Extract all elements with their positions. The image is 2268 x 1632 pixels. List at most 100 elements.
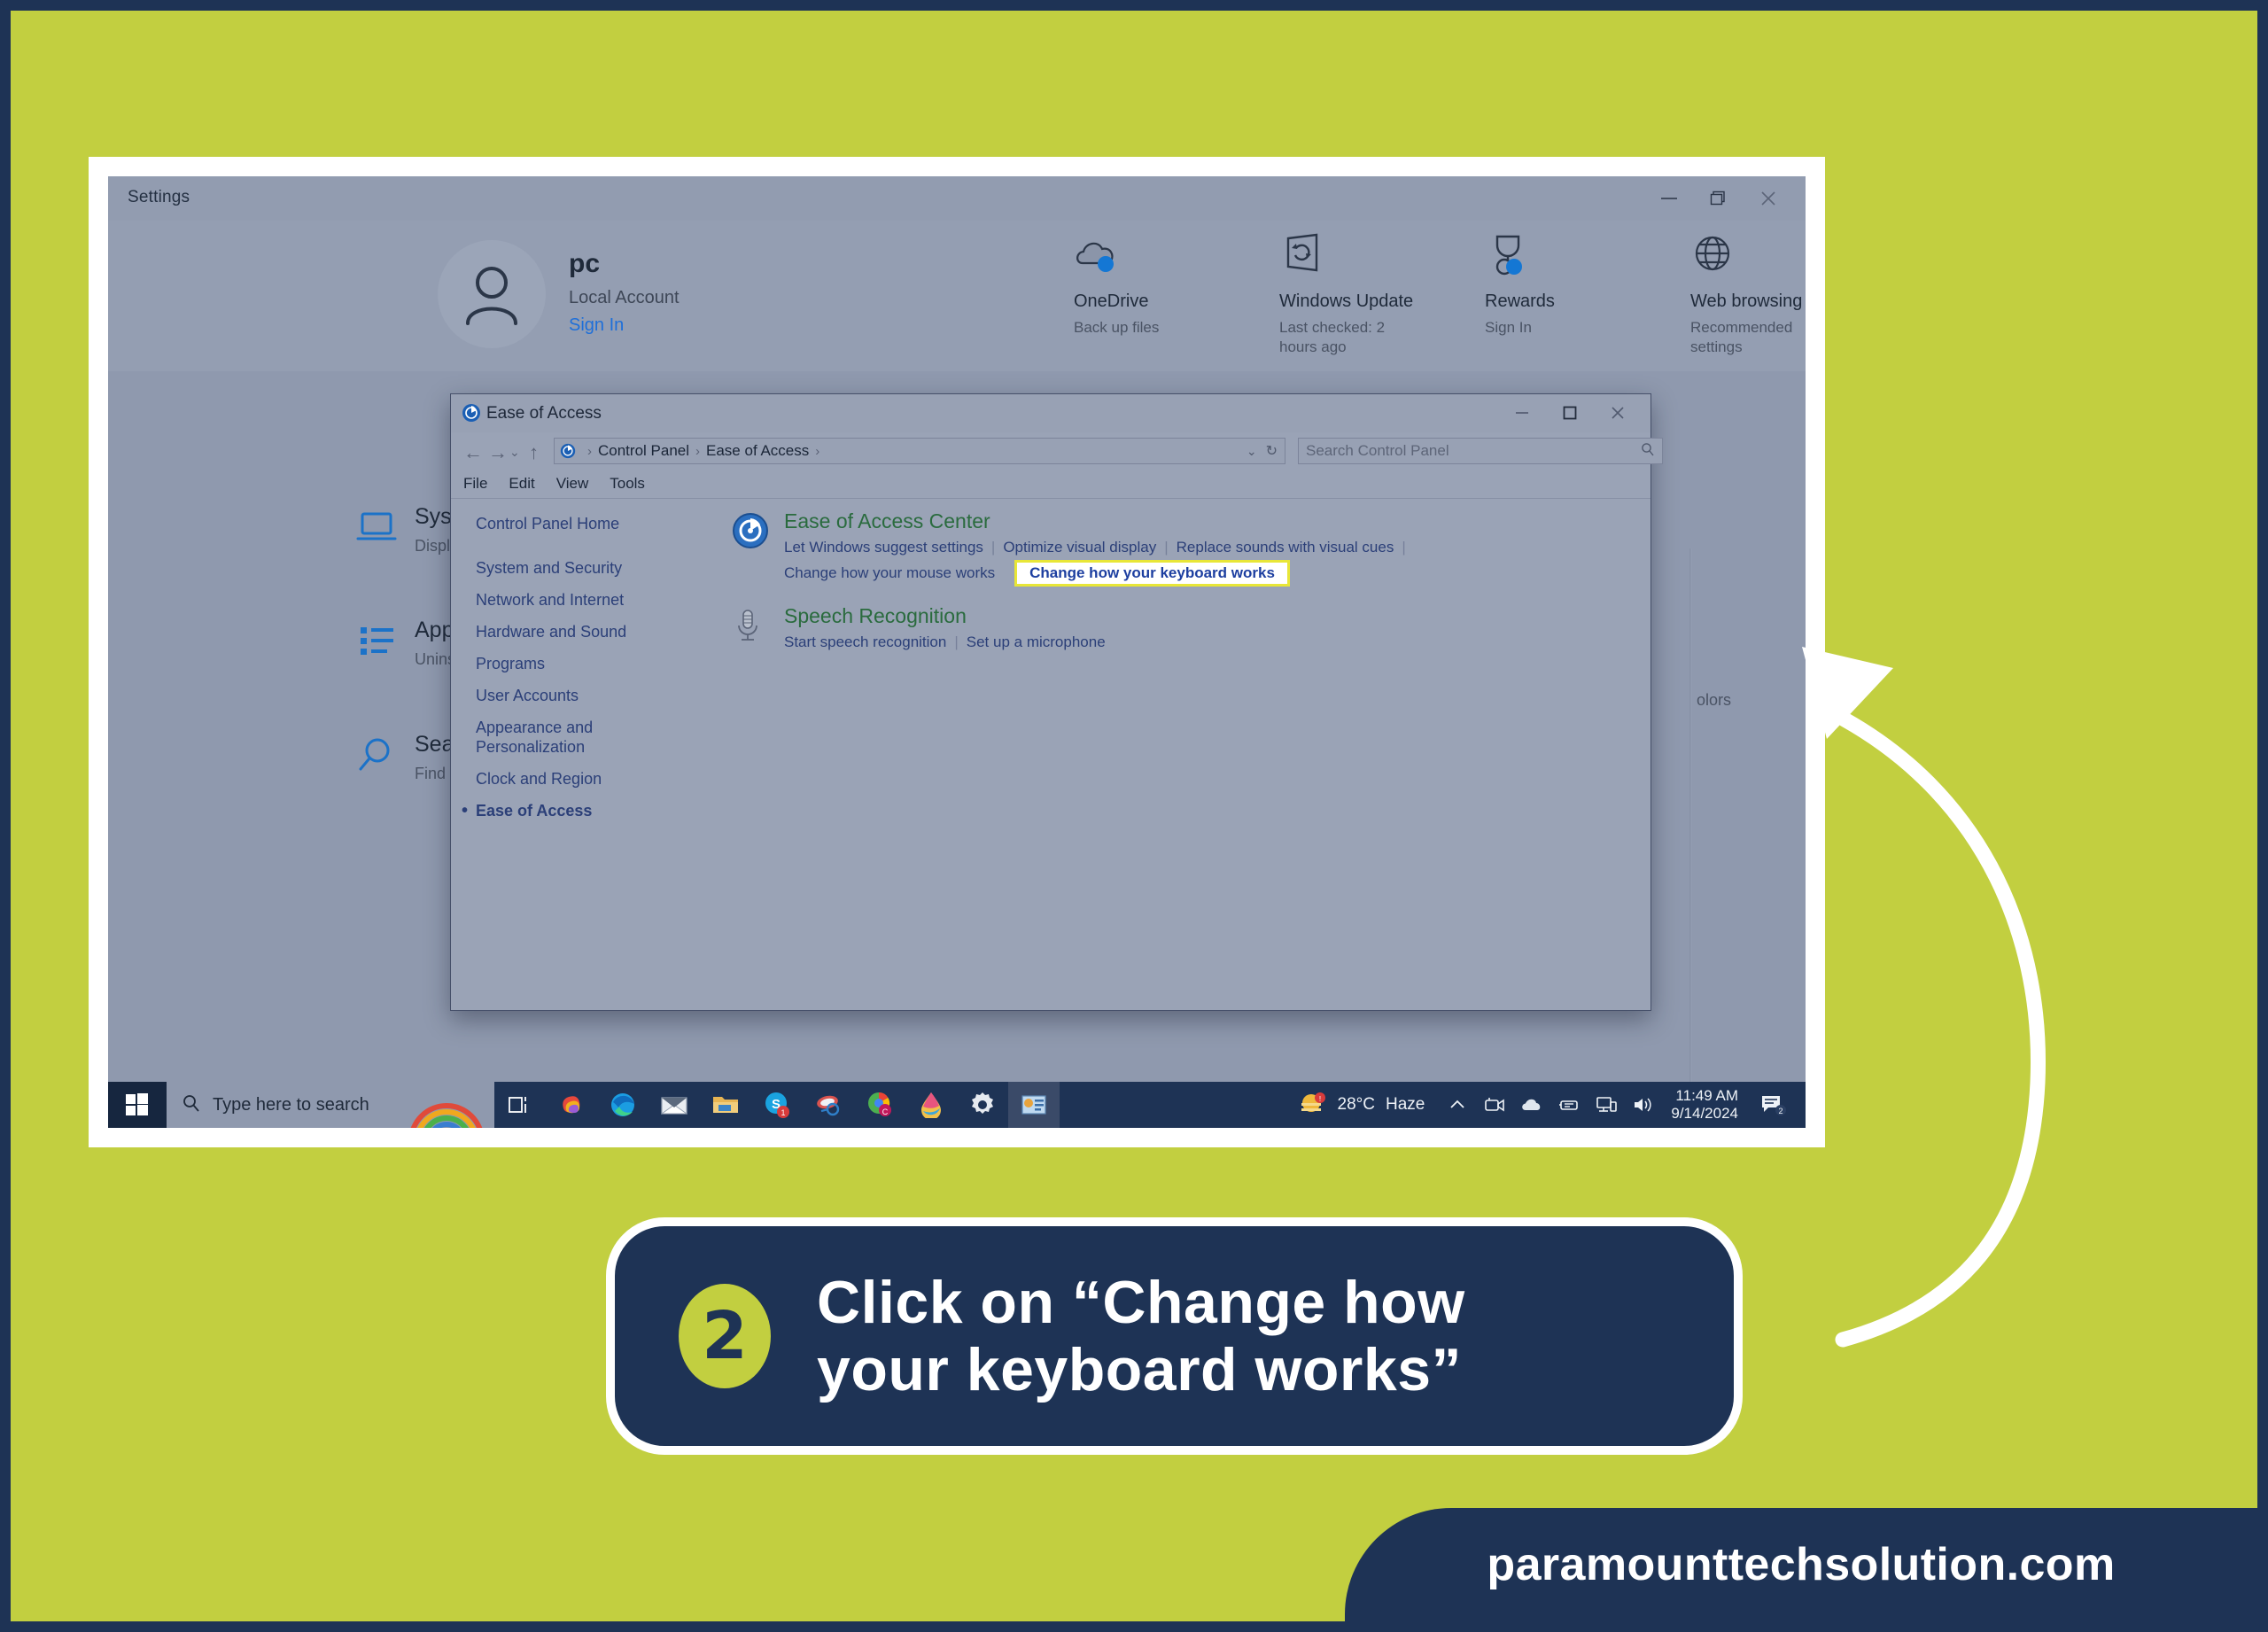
weather-haze-icon: ! [1299,1092,1327,1118]
chevron-down-icon[interactable]: ⌄ [1247,444,1257,459]
account-sign-in-link[interactable]: Sign In [569,315,624,336]
sidebar-item-programs[interactable]: Programs [476,655,706,674]
breadcrumb-item-ease-of-access[interactable]: Ease of Access [706,442,809,460]
edge-icon[interactable] [597,1082,649,1128]
search-control-panel-input[interactable]: Search Control Panel [1298,438,1663,464]
desktop: Settings pc Local Account Sign In OneDri… [108,176,1806,1128]
office-icon[interactable] [803,1082,854,1128]
copilot-icon[interactable] [546,1082,597,1128]
apps-icon [349,616,404,665]
ease-of-access-icon [462,403,481,427]
quick-action-onedrive[interactable]: OneDrive Back up files [1074,233,1279,357]
close-icon[interactable] [1594,399,1642,427]
paint-3d-icon[interactable] [905,1082,957,1128]
network-icon[interactable] [1588,1082,1625,1128]
account-name: pc [569,249,601,278]
back-icon[interactable]: ← [463,441,483,464]
quick-action-web-browsing[interactable]: Web browsing Recommended settings [1690,233,1806,357]
restore-icon[interactable] [1694,183,1744,214]
taskbar: Type here to search S 1 C ! 28°C Haze 11… [108,1082,1806,1128]
menu-item-tools[interactable]: Tools [610,475,645,493]
sidebar-item-system-and-security[interactable]: System and Security [476,559,706,579]
camera-icon[interactable] [1476,1082,1513,1128]
onedrive-icon [1074,233,1279,288]
maximize-icon[interactable] [1546,399,1594,427]
onedrive-cloud-icon[interactable] [1513,1082,1550,1128]
settings-gear-icon[interactable] [957,1082,1008,1128]
link-separator: | [990,539,996,556]
address-bar[interactable]: › Control Panel › Ease of Access › ⌄ ↻ [554,438,1285,464]
search-placeholder: Type here to search [213,1094,369,1115]
callout-line-1: Click on “Change how [817,1268,1465,1336]
link-let-windows-suggest-settings[interactable]: Let Windows suggest settings [784,539,983,556]
link-separator: | [1164,539,1169,556]
link-start-speech-recognition[interactable]: Start speech recognition [784,633,946,650]
svg-text:C: C [882,1107,889,1116]
svg-text:1: 1 [781,1108,785,1117]
powerpoint-icon[interactable] [1008,1082,1060,1128]
quick-action-title: Web browsing [1690,291,1803,311]
control-panel-body: Control Panel Home System and Security N… [451,498,1651,1010]
clock-time: 11:49 AM [1675,1086,1738,1104]
control-panel-window-controls [1498,399,1642,427]
category-speech-recognition: Speech Recognition Start speech recognit… [733,604,1633,655]
search-highlight-icon [404,1090,489,1128]
poster-frame: Settings pc Local Account Sign In OneDri… [11,11,2257,1621]
quick-actions-row: OneDrive Back up files Windows Update La… [1074,233,1806,357]
breadcrumb-item-control-panel[interactable]: Control Panel [598,442,689,460]
volume-icon[interactable] [1625,1082,1662,1128]
category-links: Let Windows suggest settings | Optimize vi… [784,536,1633,587]
callout-line-2: your keyboard works” [817,1336,1463,1403]
category-heading: Ease of Access Center [784,509,990,532]
category-links: Start speech recognition | Set up a microp… [784,631,1633,655]
weather-temperature: 28°C [1337,1095,1375,1114]
ease-of-access-icon [560,443,576,459]
sidebar-item-network-and-internet[interactable]: Network and Internet [476,591,706,610]
forward-icon[interactable]: → [488,441,508,464]
mail-icon[interactable] [649,1082,700,1128]
quick-action-desc: Recommended settings [1690,319,1793,355]
sidebar-item-appearance-and-personalization[interactable]: Appearance and Personalization [476,719,626,758]
link-set-up-a-microphone[interactable]: Set up a microphone [967,633,1106,650]
windows-start-icon[interactable] [108,1082,167,1128]
taskbar-search-box[interactable]: Type here to search [167,1082,494,1128]
sidebar-item-ease-of-access[interactable]: Ease of Access [462,800,706,821]
search-icon [1641,442,1655,461]
search-placeholder: Search Control Panel [1306,442,1449,459]
close-icon[interactable] [1744,183,1793,214]
chevron-up-icon[interactable] [1439,1082,1476,1128]
account-type: Local Account [569,288,680,307]
callout-text: Click on “Change how your keyboard works… [817,1269,1465,1403]
settings-window-title: Settings [128,188,190,206]
link-change-how-your-keyboard-works-highlighted[interactable]: Change how your keyboard works [1014,559,1290,587]
weather-widget[interactable]: ! 28°C Haze [1285,1092,1440,1118]
hardware-icon[interactable] [1550,1082,1588,1128]
brand-footer: paramounttechsolution.com [1345,1508,2257,1621]
chrome-icon[interactable]: C [854,1082,905,1128]
sidebar-item-clock-and-region[interactable]: Clock and Region [476,770,706,789]
menu-item-view[interactable]: View [556,475,589,493]
skype-icon[interactable]: S 1 [751,1082,803,1128]
recent-locations-icon[interactable]: ⌄ [509,445,520,460]
minimize-icon[interactable] [1644,183,1694,214]
clipped-personalization-text: olors [1697,691,1732,709]
quick-action-rewards[interactable]: Rewards Sign In [1485,233,1690,357]
up-icon[interactable]: ↑ [529,441,539,464]
sidebar-item-control-panel-home[interactable]: Control Panel Home [476,515,706,534]
menu-item-edit[interactable]: Edit [509,475,534,493]
link-optimize-visual-display[interactable]: Optimize visual display [1003,539,1156,556]
action-center-icon[interactable]: 2 [1749,1082,1798,1128]
minimize-icon[interactable] [1498,399,1546,427]
taskbar-clock[interactable]: 11:49 AM 9/14/2024 [1662,1087,1749,1123]
ease-of-access-icon [733,513,768,553]
quick-action-windows-update[interactable]: Windows Update Last checked: 2 hours ago [1279,233,1485,357]
sidebar-item-hardware-and-sound[interactable]: Hardware and Sound [476,623,706,642]
task-view-icon[interactable] [494,1082,546,1128]
file-explorer-icon[interactable] [700,1082,751,1128]
system-icon [349,502,404,552]
sidebar-item-user-accounts[interactable]: User Accounts [476,687,706,706]
refresh-icon[interactable]: ↻ [1266,442,1278,460]
menu-item-file[interactable]: File [463,475,487,493]
link-replace-sounds-with-visual-cues[interactable]: Replace sounds with visual cues [1177,539,1394,556]
link-change-how-your-mouse-works[interactable]: Change how your mouse works [784,564,995,581]
